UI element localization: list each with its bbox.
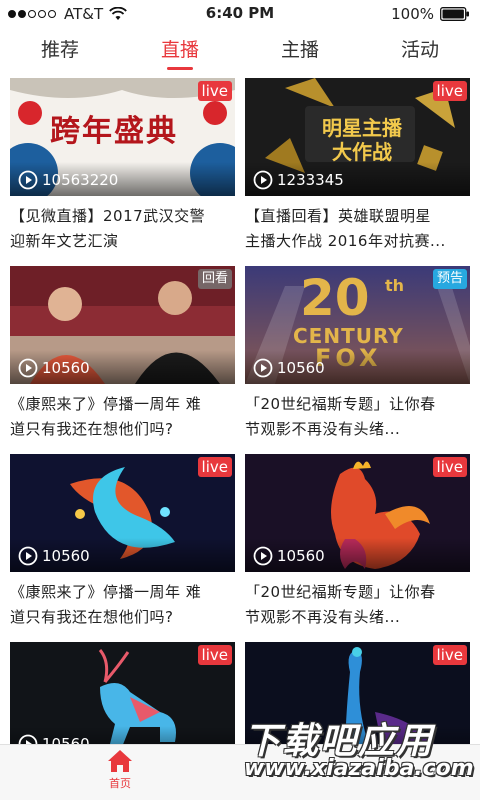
- play-icon: [18, 170, 38, 190]
- battery-percent: 100%: [391, 5, 434, 23]
- video-title[interactable]: 《康熙来了》停播一周年 难 道只有我还在想他们吗?: [10, 392, 235, 442]
- view-count: 10563220: [18, 170, 118, 190]
- view-count: 10560: [18, 546, 90, 566]
- video-thumbnail[interactable]: live 10560: [10, 642, 235, 760]
- video-title[interactable]: 「20世纪福斯专题」让你春 节观影不再没有头绪...: [245, 392, 470, 442]
- play-icon: [253, 358, 273, 378]
- tab-live[interactable]: 直播: [120, 28, 240, 74]
- video-title[interactable]: 《康熙来了》停播一周年 难 道只有我还在想他们吗?: [10, 580, 235, 630]
- category-tabs: 推荐 直播 主播 活动: [0, 28, 480, 74]
- view-count: 1233345: [253, 170, 344, 190]
- watermark-logo: 下载吧应用 www.xiazaiba.com: [244, 721, 474, 781]
- video-card[interactable]: 明星主播大作战 live 1233345 【直播回看】英雄联盟明星 主播大作战 …: [245, 78, 470, 258]
- view-count: 10560: [18, 358, 90, 378]
- video-title[interactable]: 「20世纪福斯专题」让你春 节观影不再没有头绪...: [245, 580, 470, 630]
- live-badge: live: [197, 457, 232, 477]
- banner-text: 明星主播大作战: [322, 116, 402, 164]
- tab-events[interactable]: 活动: [360, 28, 480, 74]
- view-count: 10560: [253, 358, 325, 378]
- banner-text: 跨年盛典: [50, 114, 178, 149]
- live-badge: live: [432, 81, 467, 101]
- nav-home[interactable]: 首页: [95, 749, 145, 791]
- play-icon: [253, 170, 273, 190]
- status-bar: AT&T 6:40 PM 100%: [0, 0, 480, 28]
- logo-suffix: th: [385, 276, 405, 295]
- video-card[interactable]: 跨年盛典 live 10563220 【见微直播】2017武汉交警 迎新年文艺汇…: [10, 78, 235, 258]
- play-icon: [18, 358, 38, 378]
- tab-anchors[interactable]: 主播: [240, 28, 360, 74]
- active-tab-indicator: [167, 67, 193, 70]
- video-thumbnail[interactable]: 回看 10560: [10, 266, 235, 384]
- battery-icon: [440, 7, 469, 21]
- replay-badge: 回看: [197, 269, 232, 289]
- video-card[interactable]: live 10560 「20世纪福斯专题」让你春 节观影不再没有头绪...: [245, 454, 470, 634]
- video-thumbnail[interactable]: 明星主播大作战 live 1233345: [245, 78, 470, 196]
- video-thumbnail[interactable]: 20 th CENTURY FOX 预告 10560: [245, 266, 470, 384]
- view-count: 10560: [253, 546, 325, 566]
- video-thumbnail[interactable]: live 10560: [10, 454, 235, 572]
- live-badge: live: [197, 81, 232, 101]
- video-card[interactable]: live 10560 《康熙来了》停播一周年 难 道只有我还在想他们吗?: [10, 454, 235, 634]
- live-badge: live: [432, 457, 467, 477]
- logo-number: 20: [300, 269, 370, 327]
- live-badge: live: [197, 645, 232, 665]
- video-thumbnail[interactable]: 跨年盛典 live 10563220: [10, 78, 235, 196]
- preview-badge: 预告: [432, 269, 467, 289]
- video-card[interactable]: 回看 10560 《康熙来了》停播一周年 难 道只有我还在想他们吗?: [10, 266, 235, 446]
- play-icon: [18, 546, 38, 566]
- video-title[interactable]: 【直播回看】英雄联盟明星 主播大作战 2016年对抗赛...: [245, 204, 470, 254]
- video-title[interactable]: 【见微直播】2017武汉交警 迎新年文艺汇演: [10, 204, 235, 254]
- play-icon: [253, 546, 273, 566]
- video-card[interactable]: 20 th CENTURY FOX 预告 10560 「20世纪福斯专题」让你春…: [245, 266, 470, 446]
- home-icon: [108, 750, 132, 772]
- video-thumbnail[interactable]: live 10560: [245, 454, 470, 572]
- nav-home-label: 首页: [109, 777, 131, 790]
- tab-recommend[interactable]: 推荐: [0, 28, 120, 74]
- live-badge: live: [432, 645, 467, 665]
